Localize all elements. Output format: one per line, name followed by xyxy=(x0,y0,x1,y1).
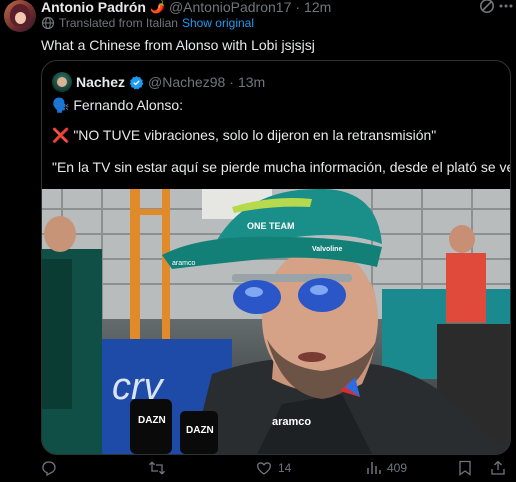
views-button[interactable]: 409 xyxy=(365,460,407,476)
quote-line-speaker: 🗣️ Fernando Alonso: xyxy=(52,97,184,113)
like-count: 14 xyxy=(278,461,292,475)
reply-icon xyxy=(42,461,56,476)
quote-line-quote1: ❌ "NO TUVE vibraciones, solo lo dijeron … xyxy=(52,127,437,143)
view-count: 409 xyxy=(387,461,408,475)
bookmark-button[interactable] xyxy=(458,460,472,476)
show-original-link[interactable]: Show original xyxy=(182,16,254,30)
more-options-button[interactable] xyxy=(497,0,515,15)
more-dots-icon xyxy=(499,4,513,8)
cap-logo-text: ONE TEAM xyxy=(247,221,295,231)
like-button[interactable]: 14 xyxy=(256,460,291,476)
tweet-header: Antonio Padrón 🌶️ @AntonioPadron17 · 12m xyxy=(41,0,331,16)
translation-notice: Translated from Italian Show original xyxy=(41,16,254,30)
tweet-action-bar: 14 409 xyxy=(0,458,516,482)
quote-separator-dot: · xyxy=(229,74,234,90)
tweet-timestamp[interactable]: 12m xyxy=(304,0,331,15)
cap-valvoline-text: Valvoline xyxy=(312,246,342,253)
reply-button[interactable] xyxy=(41,460,63,476)
bar-chart-icon xyxy=(367,462,381,474)
quote-timestamp[interactable]: 13m xyxy=(238,74,265,90)
separator-dot: · xyxy=(295,0,301,15)
share-icon xyxy=(491,461,505,475)
author-avatar[interactable] xyxy=(4,0,36,32)
share-button[interactable] xyxy=(490,460,506,476)
translated-label: Translated from Italian xyxy=(59,16,178,30)
chili-pepper-icon: 🌶️ xyxy=(150,0,165,14)
cap-side-text: aramco xyxy=(172,260,195,267)
quote-author-avatar[interactable] xyxy=(52,72,72,92)
globe-icon xyxy=(41,16,55,30)
photo-illustration: crv ONE TEAM Valvoline aramco aramco DAZ… xyxy=(42,189,510,454)
author-name[interactable]: Antonio Padrón xyxy=(41,0,146,15)
author-handle[interactable]: @AntonioPadron17 xyxy=(169,0,291,15)
heart-icon xyxy=(257,462,271,475)
quote-line-quote2: "En la TV sin estar aquí se pierde mucha… xyxy=(52,159,511,175)
shirt-logo-text: aramco xyxy=(272,416,311,428)
quote-author-handle[interactable]: @Nachez98 xyxy=(148,74,225,90)
grok-icon-button[interactable] xyxy=(478,0,496,15)
repost-icon xyxy=(149,461,165,475)
quote-header: Nachez @Nachez98 · 13m xyxy=(52,72,265,92)
quote-media-photo[interactable]: crv ONE TEAM Valvoline aramco aramco DAZ… xyxy=(42,189,510,454)
repost-button[interactable] xyxy=(148,460,172,476)
mic-logo-a: DAZN xyxy=(138,415,166,426)
grok-icon xyxy=(480,0,494,13)
verified-badge-icon xyxy=(129,75,144,89)
quoted-tweet-card[interactable]: Nachez @Nachez98 · 13m 🗣️ Fernando Alons… xyxy=(41,60,511,455)
tweet-text: What a Chinese from Alonso with Lobi jsj… xyxy=(41,37,315,53)
mic-logo-b: DAZN xyxy=(186,425,214,436)
bookmark-icon xyxy=(459,460,471,476)
quote-author-name[interactable]: Nachez xyxy=(76,74,125,90)
